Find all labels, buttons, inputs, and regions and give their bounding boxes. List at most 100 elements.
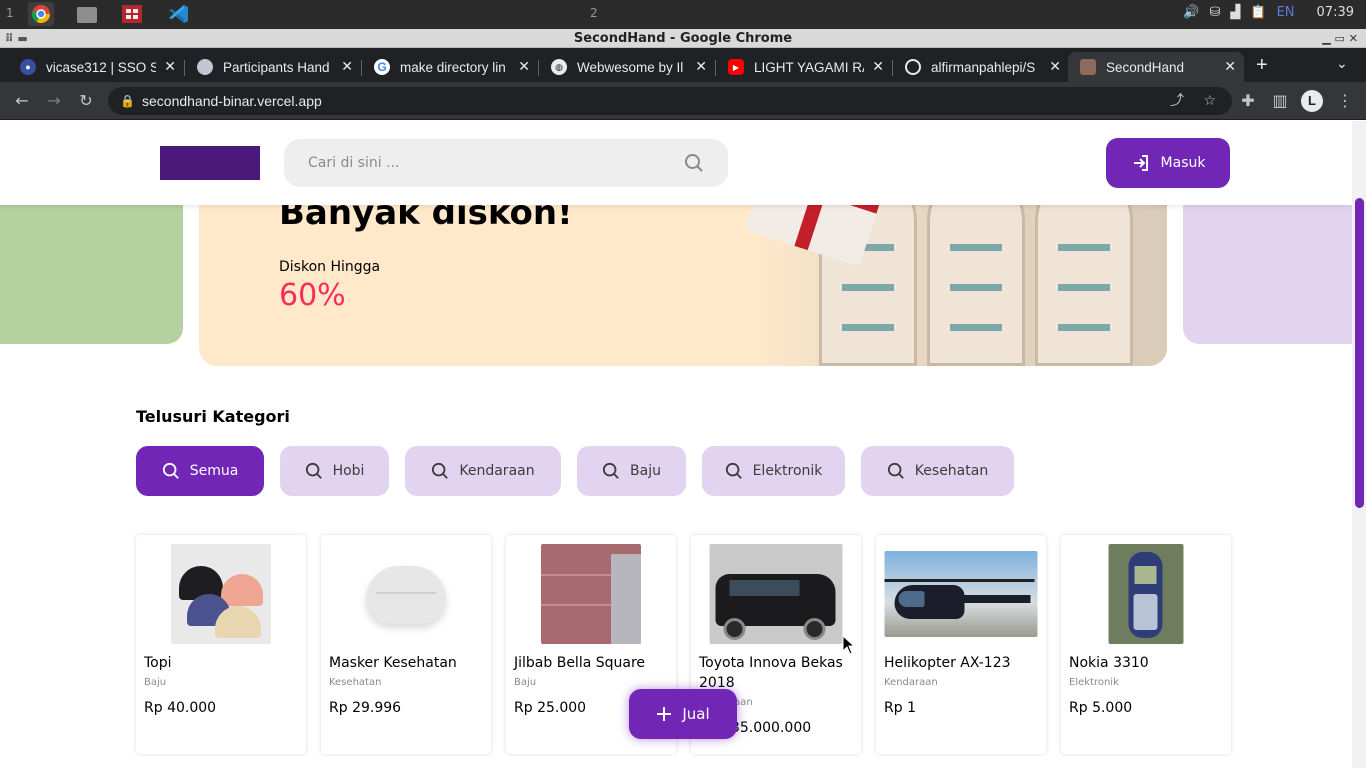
search-icon	[432, 462, 449, 479]
volume-icon[interactable]: 🔊	[1183, 5, 1199, 20]
forward-icon[interactable]: →	[44, 91, 64, 110]
search-icon	[602, 462, 619, 479]
close-icon[interactable]: ✕	[164, 58, 176, 75]
github-icon	[905, 59, 921, 75]
login-label: Masuk	[1160, 155, 1206, 171]
site-logo[interactable]	[160, 146, 260, 180]
workspace-indicator[interactable]: 1	[6, 6, 14, 20]
sso-icon: ●	[20, 59, 36, 75]
tab-label: Webwesome by Il	[577, 59, 684, 75]
signal-icon[interactable]: ▟	[1230, 5, 1240, 20]
extensions-icon[interactable]: ✚	[1238, 91, 1258, 110]
page-scrollbar[interactable]	[1352, 121, 1366, 768]
product-card[interactable]: Topi Baju Rp 40.000	[136, 535, 306, 754]
product-image-jilbab	[541, 544, 641, 644]
close-icon[interactable]: ✕	[341, 58, 353, 75]
category-label: Semua	[189, 463, 239, 479]
bookmark-star-icon[interactable]: ☆	[1203, 87, 1216, 115]
category-chip-elektronik[interactable]: Elektronik	[702, 446, 845, 496]
category-label: Hobi	[332, 463, 365, 479]
back-icon[interactable]: ←	[12, 91, 32, 110]
close-icon[interactable]: ✕	[872, 58, 884, 75]
product-category: Elektronik	[1069, 677, 1119, 688]
category-chip-baju[interactable]: Baju	[577, 446, 686, 496]
search-input[interactable]: Cari di sini ...	[284, 139, 728, 187]
product-image-caps	[171, 544, 271, 644]
system-tray: 🔊 ⛁ ▟ 📋 EN 07:39	[1183, 5, 1354, 20]
category-chip-semua[interactable]: Semua	[136, 446, 264, 496]
banner-discount-percent: 60%	[279, 278, 346, 313]
close-icon[interactable]: ✕	[1224, 58, 1236, 75]
product-category: Baju	[144, 677, 167, 688]
clipboard-icon[interactable]: 📋	[1250, 5, 1266, 20]
side-panel-icon[interactable]: ▥	[1270, 91, 1290, 110]
workspace-2-indicator[interactable]: 2	[590, 6, 598, 20]
tab-label: Participants Hand	[223, 59, 330, 75]
search-icon	[305, 462, 322, 479]
clock: 07:39	[1316, 5, 1354, 20]
product-card[interactable]: Masker Kesehatan Kesehatan Rp 29.996	[321, 535, 491, 754]
site-header: Cari di sini ... Masuk	[0, 121, 1352, 205]
profile-icon	[197, 59, 213, 75]
login-icon	[1133, 155, 1148, 171]
tab-label: make directory lin	[400, 59, 506, 75]
vscode-taskbar-icon[interactable]	[166, 2, 192, 26]
files-taskbar-icon[interactable]	[74, 2, 100, 26]
category-chip-kesehatan[interactable]: Kesehatan	[861, 446, 1014, 496]
close-icon[interactable]: ✕	[518, 58, 530, 75]
product-card[interactable]: Helikopter AX-123 Kendaraan Rp 1	[876, 535, 1046, 754]
product-image-helicopter	[884, 551, 1038, 637]
tab-search-icon[interactable]: ⌄	[1336, 56, 1348, 72]
window-menu-icon[interactable]: ⠿ ▬	[5, 29, 28, 48]
tab-webwesome[interactable]: ◍ Webwesome by Il ✕	[539, 52, 715, 82]
product-category: Kesehatan	[329, 677, 382, 688]
category-chip-hobi[interactable]: Hobi	[280, 446, 389, 496]
tab-github[interactable]: alfirmanpahlepi/S ✕	[893, 52, 1069, 82]
sell-button[interactable]: Jual	[629, 689, 737, 739]
app-taskbar-icon[interactable]	[120, 2, 146, 26]
product-name: Jilbab Bella Square	[514, 655, 646, 671]
window-controls[interactable]: ▁ ▭ ✕	[1322, 29, 1358, 48]
profile-avatar[interactable]: L	[1301, 90, 1323, 112]
search-icon	[162, 462, 179, 479]
chrome-taskbar-icon[interactable]	[28, 2, 54, 26]
tab-sso[interactable]: ● vicase312 | SSO St ✕	[8, 52, 184, 82]
new-tab-icon[interactable]: +	[1256, 54, 1268, 77]
browser-toolbar: ← → ↻ 🔒 secondhand-binar.vercel.app ⤴ ☆ …	[0, 82, 1366, 120]
google-icon: G	[374, 59, 390, 75]
language-indicator[interactable]: EN	[1277, 5, 1295, 20]
share-icon[interactable]: ⤴	[1170, 87, 1184, 115]
close-icon[interactable]: ✕	[1049, 58, 1061, 75]
scrollbar-thumb[interactable]	[1355, 198, 1364, 508]
product-category: Kendaraan	[884, 677, 938, 688]
tab-google[interactable]: G make directory lin ✕	[362, 52, 538, 82]
login-button[interactable]: Masuk	[1106, 138, 1230, 188]
category-label: Kendaraan	[459, 463, 535, 479]
search-icon	[887, 462, 904, 479]
search-icon	[725, 462, 742, 479]
mouse-cursor-icon	[842, 635, 856, 655]
search-placeholder: Cari di sini ...	[308, 155, 400, 171]
reload-icon[interactable]: ↻	[76, 91, 96, 110]
address-bar[interactable]: 🔒 secondhand-binar.vercel.app ⤴ ☆	[108, 87, 1232, 115]
tab-strip: ● vicase312 | SSO St ✕ Participants Hand…	[0, 48, 1366, 82]
menu-icon[interactable]: ⋮	[1335, 91, 1355, 110]
product-card[interactable]: Nokia 3310 Elektronik Rp 5.000	[1061, 535, 1231, 754]
drive-icon[interactable]: ⛁	[1209, 5, 1220, 20]
os-taskbar: 1 2 🔊 ⛁ ▟ 📋 EN 07:39	[0, 0, 1366, 29]
globe-icon: ◍	[551, 59, 567, 75]
tab-youtube[interactable]: ▶ LIGHT YAGAMI RA ✕	[716, 52, 892, 82]
window-titlebar: ⠿ ▬ SecondHand - Google Chrome ▁ ▭ ✕	[0, 29, 1366, 48]
category-label: Elektronik	[752, 463, 823, 479]
search-icon[interactable]	[684, 153, 704, 173]
product-image-mask	[356, 544, 456, 644]
close-icon[interactable]: ✕	[695, 58, 707, 75]
product-price: Rp 25.000	[514, 700, 587, 716]
tab-secondhand[interactable]: SecondHand ✕	[1068, 52, 1244, 82]
category-chip-kendaraan[interactable]: Kendaraan	[405, 446, 561, 496]
site-icon	[1080, 59, 1096, 75]
product-name: Masker Kesehatan	[329, 655, 457, 671]
product-name: Nokia 3310	[1069, 655, 1149, 671]
lock-icon[interactable]: 🔒	[120, 87, 135, 115]
tab-participants[interactable]: Participants Hand ✕	[185, 52, 361, 82]
